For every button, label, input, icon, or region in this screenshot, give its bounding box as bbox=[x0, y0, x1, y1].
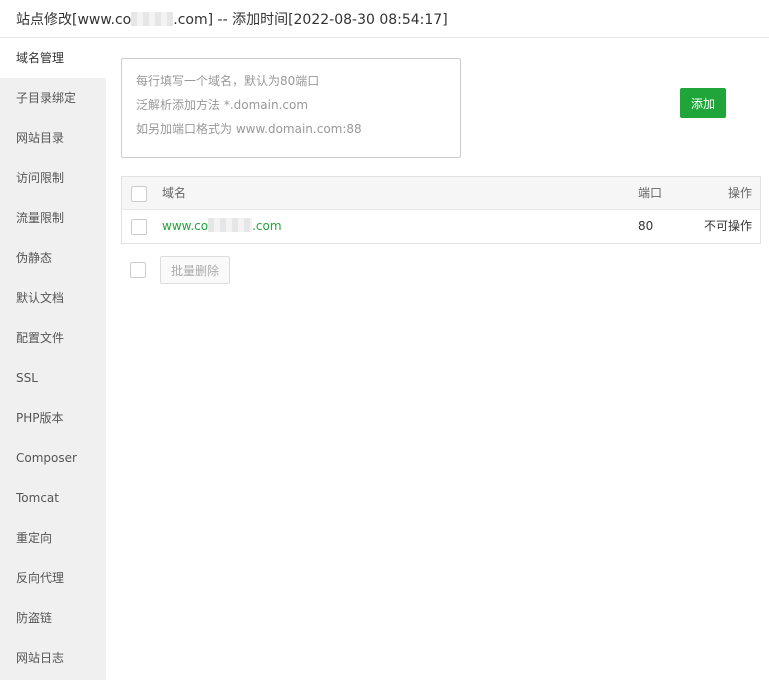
sidebar-item-traffic-limit[interactable]: 流量限制 bbox=[0, 198, 106, 238]
sidebar-item-rewrite[interactable]: 伪静态 bbox=[0, 238, 106, 278]
sidebar-item-hotlink-protection[interactable]: 防盗链 bbox=[0, 598, 106, 638]
action-status: 不可操作 bbox=[703, 219, 752, 233]
domain-textarea[interactable]: 每行填写一个域名，默认为80端口 泛解析添加方法 *.domain.com 如另… bbox=[121, 58, 461, 158]
sidebar-item-php-version[interactable]: PHP版本 bbox=[0, 398, 106, 438]
column-header-action: 操作 bbox=[727, 186, 752, 200]
domain-table: 域名 端口 操作 www.co .com 80 不可操作 bbox=[121, 176, 761, 244]
redacted-blur bbox=[208, 218, 253, 232]
sidebar-item-ssl[interactable]: SSL bbox=[0, 358, 106, 398]
domain-link[interactable]: www.co .com bbox=[162, 210, 282, 243]
sidebar-item-subdirectory-binding[interactable]: 子目录绑定 bbox=[0, 78, 106, 118]
sidebar-item-reverse-proxy[interactable]: 反向代理 bbox=[0, 558, 106, 598]
sidebar: 域名管理 子目录绑定 网站目录 访问限制 流量限制 伪静态 默认文档 配置文件 … bbox=[0, 38, 106, 680]
sidebar-item-site-directory[interactable]: 网站目录 bbox=[0, 118, 106, 158]
sidebar-item-default-document[interactable]: 默认文档 bbox=[0, 278, 106, 318]
redacted-blur bbox=[131, 12, 174, 26]
table-header-row: 域名 端口 操作 bbox=[122, 177, 760, 210]
sidebar-item-access-restriction[interactable]: 访问限制 bbox=[0, 158, 106, 198]
placeholder-line: 泛解析添加方法 *.domain.com bbox=[136, 98, 309, 112]
bulk-delete-button[interactable]: 批量删除 bbox=[160, 256, 230, 284]
title-prefix: 站点修改[www.co bbox=[16, 12, 132, 28]
bulk-select-checkbox[interactable] bbox=[130, 262, 146, 278]
sidebar-item-config-file[interactable]: 配置文件 bbox=[0, 318, 106, 358]
add-domain-button[interactable]: 添加 bbox=[680, 88, 726, 118]
table-row: www.co .com 80 不可操作 bbox=[122, 210, 760, 243]
title-suffix: .com] -- 添加时间[2022-08-30 08:54:17] bbox=[173, 12, 448, 28]
column-header-port: 端口 bbox=[638, 186, 663, 200]
sidebar-item-composer[interactable]: Composer bbox=[0, 438, 106, 478]
main-panel: 每行填写一个域名，默认为80端口 泛解析添加方法 *.domain.com 如另… bbox=[106, 38, 769, 680]
sidebar-item-domain-management[interactable]: 域名管理 bbox=[0, 38, 106, 78]
column-header-domain: 域名 bbox=[162, 186, 187, 200]
port-value: 80 bbox=[638, 219, 654, 233]
sidebar-item-tomcat[interactable]: Tomcat bbox=[0, 478, 106, 518]
sidebar-item-redirect[interactable]: 重定向 bbox=[0, 518, 106, 558]
domain-suffix: .com bbox=[252, 219, 282, 233]
placeholder-line: 如另加端口格式为 www.domain.com:88 bbox=[136, 122, 362, 136]
dialog-titlebar: 站点修改[www.co .com] -- 添加时间[2022-08-30 08:5… bbox=[0, 0, 769, 38]
placeholder-line: 每行填写一个域名，默认为80端口 bbox=[136, 74, 320, 88]
sidebar-item-site-log[interactable]: 网站日志 bbox=[0, 638, 106, 678]
domain-prefix: www.co bbox=[162, 219, 209, 233]
select-all-checkbox[interactable] bbox=[131, 186, 147, 202]
row-checkbox[interactable] bbox=[131, 219, 147, 235]
dialog-title: 站点修改[www.co .com] -- 添加时间[2022-08-30 08:5… bbox=[16, 9, 448, 29]
